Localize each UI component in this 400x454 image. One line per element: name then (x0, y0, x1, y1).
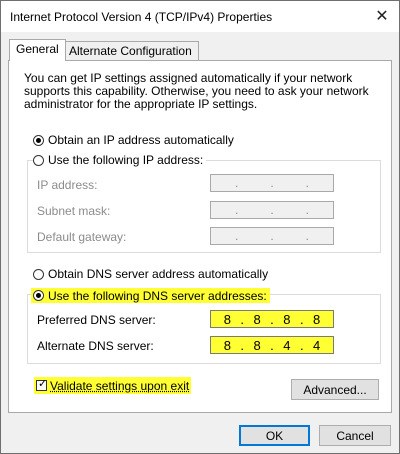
ipv4-properties-dialog: Internet Protocol Version 4 (TCP/IPv4) P… (0, 0, 400, 454)
subnet-mask-label: Subnet mask: (37, 204, 111, 218)
alternate-dns-field[interactable]: 8. 8. 4. 4 (210, 336, 334, 354)
alternate-dns-label: Alternate DNS server: (37, 339, 154, 353)
radio-use-following-dns[interactable]: Use the following DNS server addresses: (31, 288, 270, 303)
radio-indicator (33, 134, 44, 146)
radio-indicator (33, 290, 44, 301)
ok-button[interactable]: OK (239, 425, 310, 446)
subnet-mask-field[interactable]: ... (210, 201, 334, 219)
intro-text: You can get IP settings assigned automat… (24, 71, 369, 111)
radio-obtain-ip-auto[interactable]: Obtain an IP address automatically (33, 133, 234, 147)
radio-obtain-ip-auto-label: Obtain an IP address automatically (48, 133, 234, 147)
radio-use-following-dns-label: Use the following DNS server addresses: (48, 288, 267, 303)
window-title: Internet Protocol Version 4 (TCP/IPv4) P… (10, 10, 273, 24)
tab-general[interactable]: General (9, 39, 66, 61)
octet: 8 (223, 337, 231, 353)
default-gateway-label: Default gateway: (37, 230, 127, 244)
preferred-dns-label: Preferred DNS server: (37, 313, 156, 327)
octet: 8 (283, 311, 291, 327)
octet: 8 (313, 311, 321, 327)
checkbox-indicator: ✓ (36, 378, 48, 391)
title-bar: Internet Protocol Version 4 (TCP/IPv4) P… (1, 1, 399, 32)
validate-settings-checkbox[interactable]: ✓ Validate settings upon exit (34, 377, 192, 394)
octet: 4 (283, 337, 291, 353)
advanced-button[interactable]: Advanced... (291, 379, 379, 400)
tab-alternate-configuration[interactable]: Alternate Configuration (62, 41, 199, 61)
close-icon[interactable]: ✕ (371, 5, 393, 27)
radio-indicator (33, 154, 44, 166)
cancel-button[interactable]: Cancel (319, 425, 391, 446)
validate-settings-label: Validate settings upon exit (50, 378, 190, 393)
general-panel: You can get IP settings assigned automat… (8, 60, 392, 413)
ip-address-label: IP address: (37, 178, 98, 192)
octet: 8 (253, 337, 261, 353)
radio-indicator (33, 268, 44, 280)
radio-use-following-ip-label: Use the following IP address: (48, 153, 204, 167)
radio-obtain-dns-auto-label: Obtain DNS server address automatically (48, 267, 269, 281)
ip-address-field[interactable]: ... (210, 174, 334, 192)
octet: 8 (253, 311, 261, 327)
octet: 8 (223, 311, 231, 327)
radio-use-following-ip[interactable]: Use the following IP address: (33, 153, 207, 167)
default-gateway-field[interactable]: ... (210, 227, 334, 245)
radio-obtain-dns-auto[interactable]: Obtain DNS server address automatically (33, 267, 269, 281)
octet: 4 (313, 337, 321, 353)
preferred-dns-field[interactable]: 8. 8. 8. 8 (210, 310, 334, 328)
